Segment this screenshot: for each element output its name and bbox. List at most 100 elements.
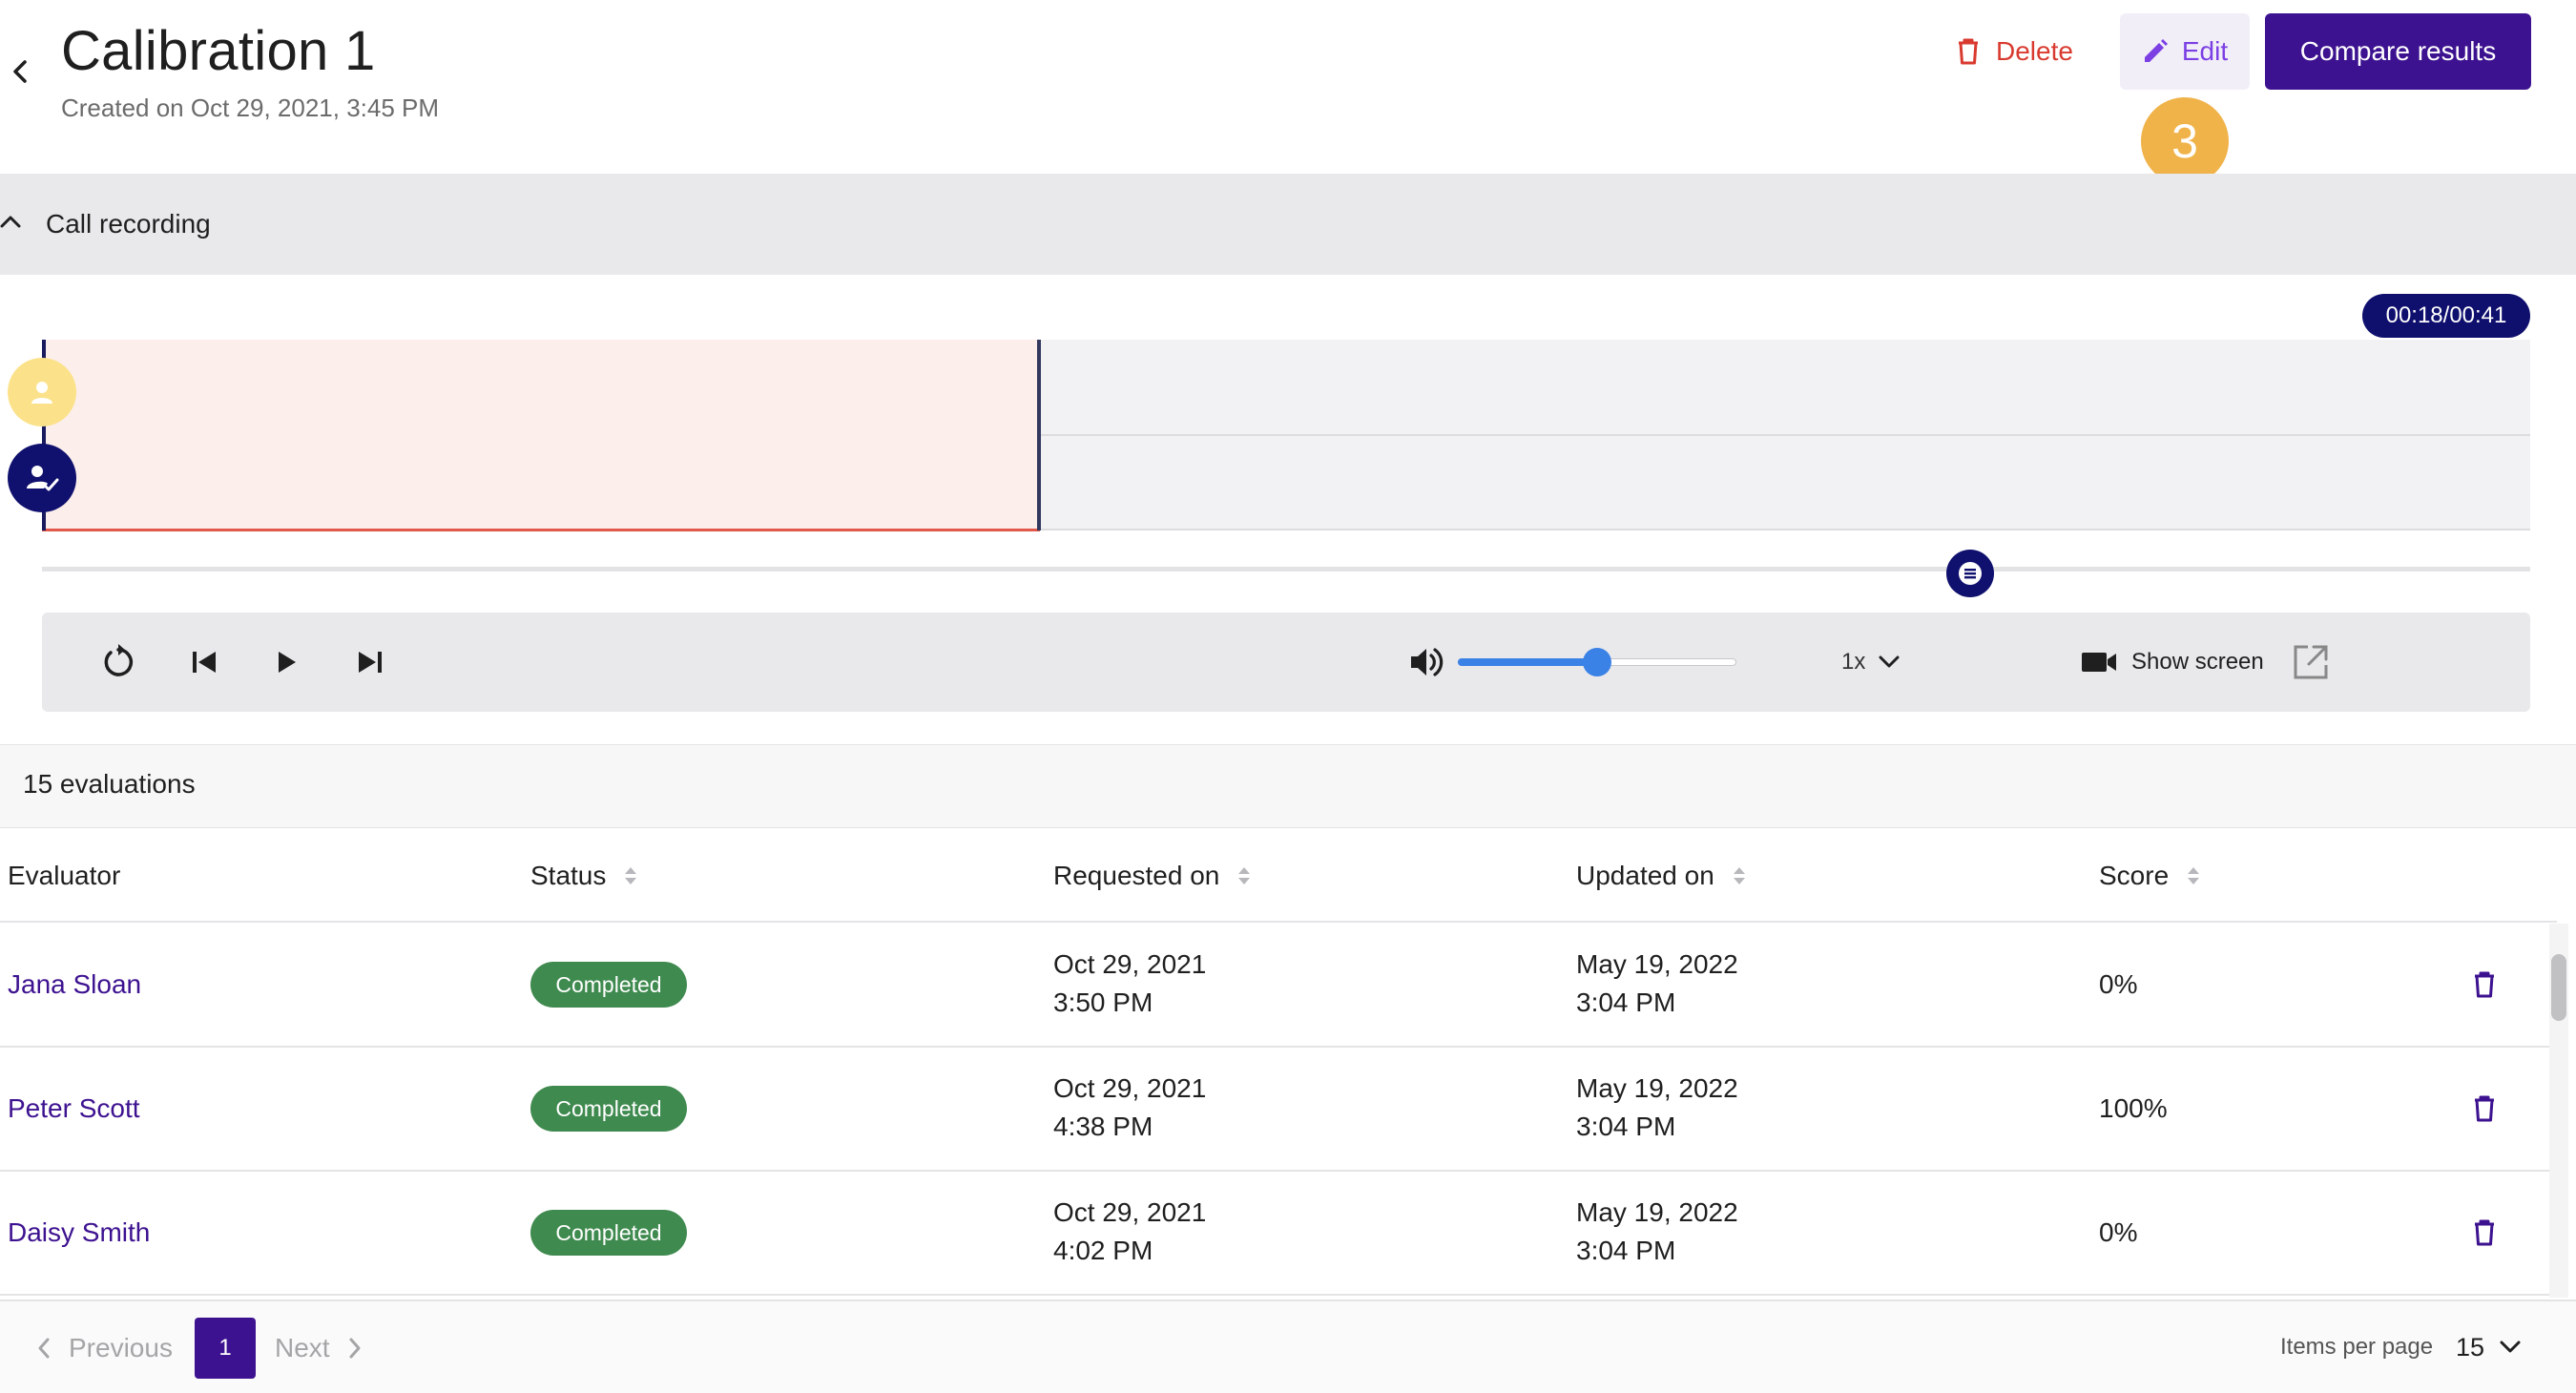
comment-icon [1959, 562, 1982, 585]
delete-evaluation-button[interactable] [2463, 1088, 2505, 1130]
person-icon [31, 382, 52, 404]
column-header-updated-on[interactable]: Updated on [1576, 859, 1747, 893]
items-per-page-select[interactable]: 15 [2456, 1328, 2521, 1366]
trash-icon [2475, 971, 2494, 998]
edit-button-label: Edit [2181, 36, 2229, 66]
column-header-updated-on-label: Updated on [1576, 861, 1714, 890]
chevron-right-icon [349, 1338, 361, 1359]
show-screen-label: Show screen [2131, 649, 2264, 675]
playback-speed-select[interactable]: 1x [1841, 641, 1927, 683]
open-external-icon [2294, 645, 2328, 679]
evaluator-name-link[interactable]: Daisy Smith [8, 1214, 150, 1252]
chevron-down-icon [2500, 1341, 2521, 1353]
score-value: 0% [2099, 1217, 2138, 1247]
step-indicator-badge: 3 [2141, 97, 2229, 185]
row-divider [0, 1046, 2557, 1048]
status-badge: Completed [530, 1210, 687, 1256]
skip-previous-icon [193, 652, 216, 673]
played-region [42, 340, 1040, 531]
chevron-left-icon [13, 60, 27, 83]
column-header-requested-on-label: Requested on [1053, 861, 1220, 890]
next-page-button[interactable]: Next [275, 1329, 363, 1367]
chevron-left-icon [38, 1338, 50, 1359]
skip-previous-button[interactable] [181, 639, 227, 685]
customer-speaker-avatar [8, 358, 76, 426]
delete-evaluation-button[interactable] [2463, 964, 2505, 1006]
play-button[interactable] [263, 639, 309, 685]
back-button[interactable] [6, 52, 34, 91]
status-badge: Completed [530, 1086, 687, 1132]
trash-icon [2475, 1219, 2494, 1246]
items-per-page-label: Items per page [2280, 1334, 2434, 1360]
evaluator-name-link[interactable]: Peter Scott [8, 1090, 140, 1128]
delete-evaluation-button[interactable] [2463, 1212, 2505, 1254]
timeline-track[interactable] [42, 567, 2530, 572]
column-header-score-label: Score [2099, 861, 2170, 890]
updated-time: 3:04 PM [1576, 988, 1676, 1017]
evaluator-name-link[interactable]: Jana Sloan [8, 966, 141, 1004]
replay-button[interactable] [95, 639, 141, 685]
sort-icon [1238, 867, 1251, 884]
row-divider [0, 1170, 2557, 1172]
updated-time: 3:04 PM [1576, 1236, 1676, 1265]
open-external-button[interactable] [2288, 639, 2334, 685]
column-header-status[interactable]: Status [530, 859, 638, 893]
requested-time: 4:38 PM [1053, 1112, 1153, 1141]
column-header-status-label: Status [530, 861, 607, 890]
waveform-divider [1040, 434, 2530, 436]
delete-button-label: Delete [1996, 36, 2073, 66]
next-page-label: Next [275, 1333, 330, 1362]
items-per-page-value: 15 [2456, 1332, 2485, 1362]
column-header-score[interactable]: Score [2099, 859, 2201, 893]
sort-icon [2188, 867, 2200, 884]
table-scrollbar-thumb[interactable] [2551, 954, 2566, 1021]
volume-icon [1411, 648, 1444, 676]
evaluations-header [0, 744, 2576, 828]
volume-button[interactable] [1404, 639, 1450, 685]
page-number-button[interactable]: 1 [195, 1318, 256, 1379]
page-subtitle: Created on Oct 29, 2021, 3:45 PM [61, 94, 440, 122]
pencil-icon [2144, 39, 2168, 62]
playback-time: 00:18/00:41 [2362, 294, 2530, 338]
agent-speaker-avatar [8, 444, 76, 512]
updated-date: May 19, 2022 [1576, 1197, 1738, 1227]
edit-button[interactable]: Edit [2120, 13, 2250, 90]
comment-marker[interactable] [1946, 550, 1994, 597]
trash-icon [2475, 1095, 2494, 1122]
waveform-baseline [1040, 529, 2530, 530]
sort-icon [1733, 867, 1745, 884]
requested-time: 3:50 PM [1053, 988, 1153, 1017]
pagination-footer [0, 1299, 2576, 1393]
updated-time: 3:04 PM [1576, 1112, 1676, 1141]
delete-button[interactable]: Delete [1937, 13, 2099, 90]
score-value: 100% [2099, 1093, 2168, 1123]
trash-icon [1959, 38, 1978, 65]
skip-next-button[interactable] [347, 639, 393, 685]
call-recording-header[interactable] [0, 174, 2576, 275]
previous-page-button[interactable]: Previous [36, 1329, 173, 1367]
playhead[interactable] [1037, 340, 1041, 530]
column-header-evaluator-label: Evaluator [8, 861, 121, 890]
row-divider [0, 1294, 2557, 1296]
score-value: 0% [2099, 969, 2138, 999]
column-header-requested-on[interactable]: Requested on [1053, 859, 1252, 893]
updated-date: May 19, 2022 [1576, 1073, 1738, 1103]
show-screen-button[interactable]: Show screen [2080, 637, 2271, 687]
volume-level-fill [1458, 658, 1597, 666]
play-icon [279, 652, 296, 673]
evaluations-count: 15 evaluations [23, 769, 196, 799]
compare-results-button[interactable]: Compare results [2265, 13, 2531, 90]
previous-page-label: Previous [69, 1333, 173, 1362]
column-header-evaluator: Evaluator [8, 859, 120, 893]
table-header-divider [0, 921, 2557, 923]
skip-next-icon [359, 652, 382, 673]
playback-speed-value: 1x [1841, 649, 1866, 675]
chevron-up-icon[interactable] [0, 212, 21, 233]
requested-date: Oct 29, 2021 [1053, 1197, 1207, 1227]
person-check-icon [27, 466, 59, 491]
volume-slider-thumb[interactable] [1583, 648, 1611, 676]
updated-date: May 19, 2022 [1576, 949, 1738, 979]
sort-icon [625, 867, 637, 884]
status-badge: Completed [530, 962, 687, 1008]
replay-icon [104, 644, 134, 676]
